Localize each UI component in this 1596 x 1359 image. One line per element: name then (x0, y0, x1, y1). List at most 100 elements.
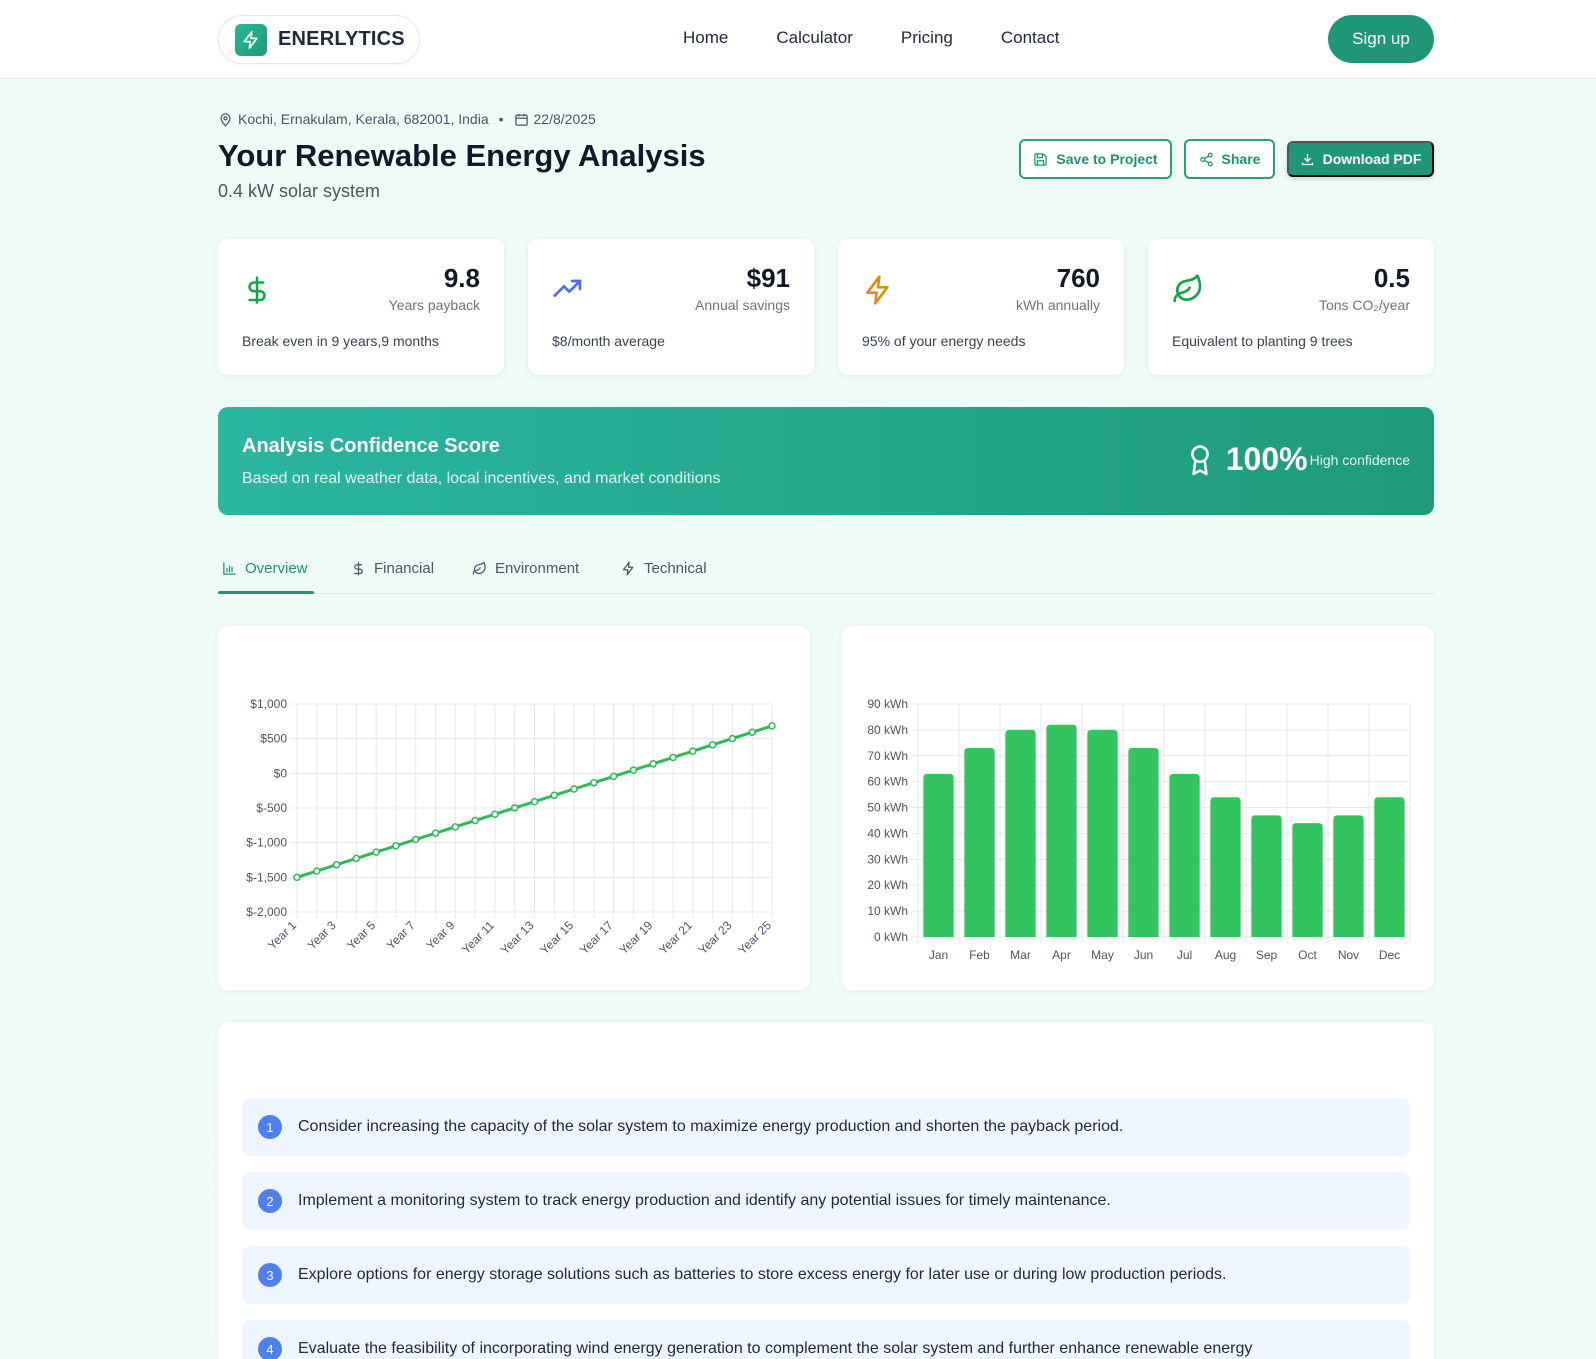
data-point (728, 734, 737, 743)
top-nav: ENERLYTICS Home Calculator Pricing Conta… (0, 0, 1596, 79)
stat-footer: $8/month average (552, 333, 665, 349)
stat-footer: Equivalent to planting 9 trees (1172, 333, 1353, 349)
calendar-icon (514, 112, 529, 127)
recommendation-number: 2 (258, 1189, 282, 1213)
bar (1210, 797, 1241, 937)
y-tick-label: 20 kWh (867, 878, 908, 892)
confidence-label: High confidence (1309, 451, 1410, 468)
x-tick-label: Year 23 (696, 918, 735, 957)
bar-chart-icon (222, 561, 237, 576)
x-tick-label: Dec (1379, 948, 1400, 962)
x-tick-label: Jun (1134, 948, 1153, 962)
data-point (412, 835, 420, 844)
stat-label: Annual savings (695, 297, 790, 313)
y-tick-label: 0 kWh (874, 930, 908, 944)
active-tab-indicator (218, 591, 314, 594)
confidence-score: 100% High confidence (1186, 441, 1410, 478)
recommendation-item: 2 Implement a monitoring system to track… (242, 1172, 1410, 1230)
cumulative-savings-line-chart: $-2,000 $-1,500 $-1,000 $-500 $0 $500 $1,000 Ye… (246, 697, 776, 957)
recommendation-text: Evaluate the feasibility of incorporatin… (298, 1340, 1253, 1357)
download-label: Download PDF (1322, 151, 1422, 167)
tab-technical[interactable]: Technical (621, 560, 707, 577)
tab-overview[interactable]: Overview (222, 560, 308, 577)
y-tick-label: 10 kWh (867, 904, 908, 918)
save-to-project-button[interactable]: Save to Project (1019, 139, 1172, 179)
page-title: Your Renewable Energy Analysis (218, 138, 706, 173)
stat-value: 9.8 (443, 263, 480, 293)
tab-label: Environment (495, 560, 580, 577)
x-tick-label: Nov (1338, 948, 1359, 962)
data-point (451, 823, 460, 831)
nav-link-pricing[interactable]: Pricing (901, 28, 953, 48)
stat-footer: Break even in 9 years,9 months (242, 333, 439, 349)
stat-card-production: 760 kWh annually 95% of your energy need… (838, 239, 1124, 375)
confidence-title: Analysis Confidence Score (242, 435, 500, 457)
meta-separator: • (498, 111, 504, 127)
y-tick-label: $500 (260, 732, 287, 746)
y-tick-label: $-500 (256, 801, 287, 815)
data-point (352, 854, 361, 863)
signup-button[interactable]: Sign up (1328, 15, 1434, 63)
lightning-icon (621, 561, 636, 576)
y-tick-label: 30 kWh (867, 852, 908, 866)
x-tick-label: Year 5 (344, 918, 378, 952)
y-tick-label: $1,000 (250, 697, 287, 711)
nav-link-contact[interactable]: Contact (1001, 28, 1060, 48)
data-point (332, 860, 341, 869)
tab-environment[interactable]: Environment (472, 560, 579, 577)
y-tick-label: 70 kWh (867, 749, 908, 763)
data-point (768, 722, 776, 730)
brand-logo-link[interactable]: ENERLYTICS (218, 15, 420, 64)
bar (964, 748, 995, 937)
recommendation-number: 3 (258, 1263, 282, 1287)
bar (1374, 797, 1405, 937)
y-tick-label: $-2,000 (246, 905, 287, 919)
recommendation-text: Implement a monitoring system to track e… (298, 1192, 1111, 1209)
data-point (372, 848, 380, 856)
x-tick-label: Sep (1256, 948, 1278, 962)
download-pdf-button[interactable]: Download PDF (1287, 141, 1434, 177)
leaf-icon (1172, 273, 1204, 310)
recommendation-text: Consider increasing the capacity of the … (298, 1118, 1124, 1135)
x-tick-label: Year 3 (305, 918, 339, 952)
download-icon (1300, 152, 1315, 167)
location-text: Kochi, Ernakulam, Kerala, 682001, India (238, 111, 489, 127)
nav-link-calculator[interactable]: Calculator (776, 28, 853, 48)
bar (1128, 748, 1159, 937)
bar (1333, 815, 1364, 937)
x-tick-label: Year 25 (735, 918, 774, 957)
nav-link-home[interactable]: Home (683, 28, 728, 48)
leaf-icon (472, 561, 487, 576)
x-tick-label: Year 7 (384, 918, 418, 952)
x-tick-label: Jul (1177, 948, 1192, 962)
y-tick-label: $-1,500 (246, 870, 287, 884)
y-tick-label: $-1,000 (246, 836, 287, 850)
data-point (590, 778, 598, 787)
x-tick-label: Jan (929, 948, 948, 962)
recommendation-number: 1 (258, 1115, 282, 1139)
bar (1169, 773, 1200, 937)
recommendation-item: 4 Evaluate the feasibility of incorporat… (242, 1320, 1410, 1359)
bar (1251, 815, 1282, 937)
tab-label: Overview (245, 560, 308, 577)
recommendation-number: 4 (258, 1337, 282, 1359)
y-tick-label: 60 kWh (867, 775, 908, 789)
tab-financial[interactable]: Financial (351, 560, 434, 577)
brand-name: ENERLYTICS (278, 28, 405, 50)
x-tick-label: Feb (969, 948, 990, 962)
bar (1087, 729, 1118, 937)
data-point (510, 804, 519, 812)
y-tick-label: $0 (274, 766, 288, 780)
data-point (313, 867, 321, 875)
data-point (649, 760, 657, 768)
recommendations-panel: 1 Consider increasing the capacity of th… (218, 1022, 1434, 1359)
share-button[interactable]: Share (1184, 139, 1275, 179)
bar (923, 773, 954, 937)
x-tick-label: Year 11 (459, 918, 497, 956)
data-point (570, 785, 578, 793)
data-point (669, 753, 677, 762)
x-tick-label: Year 1 (265, 918, 299, 952)
recommendation-item: 1 Consider increasing the capacity of th… (242, 1098, 1410, 1156)
stat-card-co2: 0.5 Tons CO₂/year Equivalent to planting… (1148, 239, 1434, 375)
data-point (293, 873, 301, 882)
